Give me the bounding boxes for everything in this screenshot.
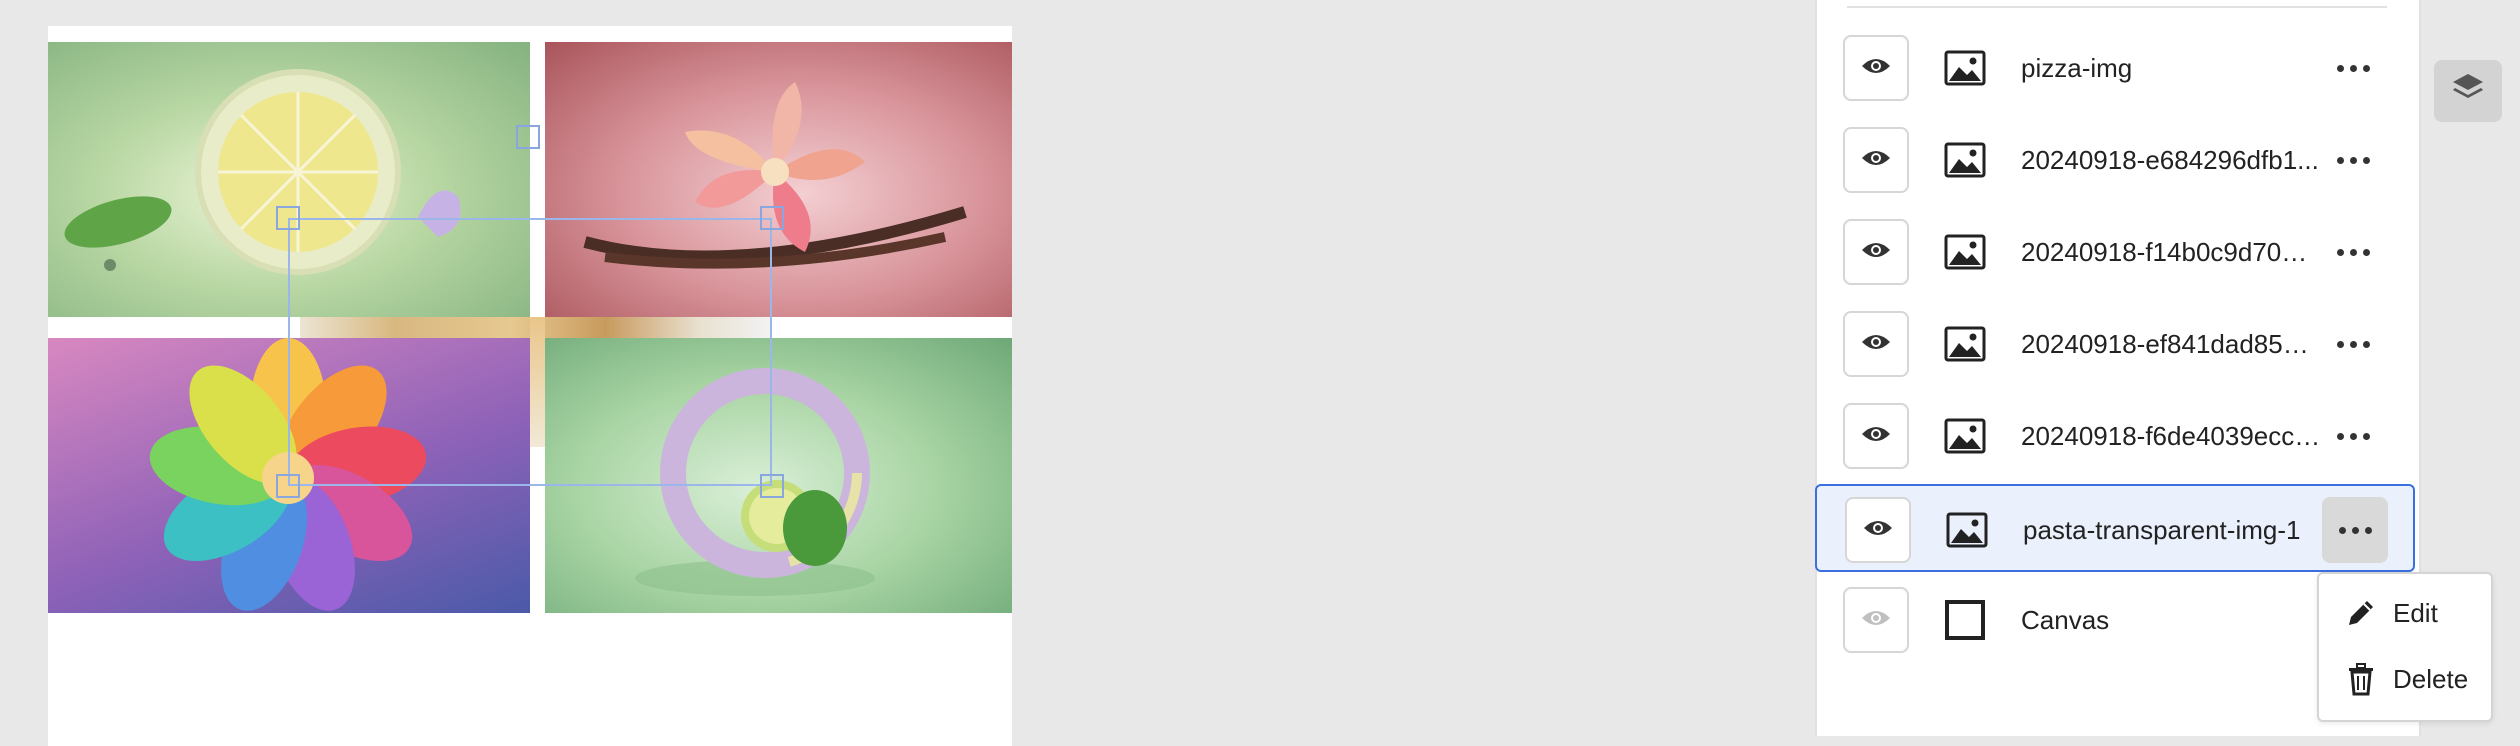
image-layer-icon (1943, 48, 1987, 88)
layer-row[interactable]: 20240918-e684296dfb1... (1815, 116, 2417, 204)
panel-divider (1847, 0, 2387, 8)
layer-more-options-button[interactable] (2320, 35, 2386, 101)
image-layer-icon (1943, 324, 1987, 364)
layer-visibility-toggle[interactable] (1843, 311, 1909, 377)
image-layer-icon (1943, 232, 1987, 272)
layer-name: pizza-img (2021, 53, 2133, 83)
layer-row[interactable]: 20240918-ef841dad850e... (1815, 300, 2417, 388)
eye-icon (1863, 518, 1893, 543)
layer-more-options-button[interactable] (2322, 497, 2388, 563)
layer-more-options-button[interactable] (2320, 403, 2386, 469)
context-menu-edit[interactable]: Edit (2319, 584, 2491, 642)
more-dots-icon (2336, 340, 2370, 348)
context-menu-delete[interactable]: Delete (2319, 650, 2491, 708)
context-menu-edit-label: Edit (2393, 597, 2438, 628)
resize-handle-top-right[interactable] (760, 206, 784, 230)
layers-stack-icon (2450, 71, 2486, 112)
layers-panel-toggle-button[interactable] (2434, 60, 2502, 122)
rotate-handle[interactable] (516, 125, 540, 149)
resize-handle-bottom-right[interactable] (760, 474, 784, 498)
more-dots-icon (2338, 526, 2372, 534)
layer-name: 20240918-f6de4039ecc0... (2021, 421, 2321, 451)
layer-visibility-toggle[interactable] (1843, 35, 1909, 101)
selection-bounding-box[interactable] (288, 218, 772, 486)
layer-row[interactable]: pizza-img (1815, 24, 2417, 112)
layer-row[interactable]: pasta-transparent-img-1 (1815, 484, 2415, 572)
pencil-icon (2341, 597, 2381, 629)
eye-icon (1861, 608, 1891, 633)
layer-name: 20240918-ef841dad850e... (2021, 329, 2321, 359)
eye-icon (1861, 148, 1891, 173)
eye-icon (1861, 332, 1891, 357)
trash-icon (2341, 662, 2381, 696)
layer-visibility-toggle[interactable] (1843, 587, 1909, 653)
more-dots-icon (2336, 432, 2370, 440)
more-dots-icon (2336, 64, 2370, 72)
layer-visibility-toggle[interactable] (1843, 127, 1909, 193)
layer-name: Canvas (2021, 605, 2110, 635)
eye-icon (1861, 424, 1891, 449)
layer-row[interactable]: 20240918-f14b0c9d703e... (1815, 208, 2417, 296)
layer-more-options-button[interactable] (2320, 127, 2386, 193)
resize-handle-top-left[interactable] (276, 206, 300, 230)
layer-name: pasta-transparent-img-1 (2023, 515, 2301, 545)
more-dots-icon (2336, 248, 2370, 256)
image-layer-icon (1943, 416, 1987, 456)
layer-visibility-toggle[interactable] (1843, 403, 1909, 469)
eye-icon (1861, 56, 1891, 81)
layer-name: 20240918-f14b0c9d703e... (2021, 237, 2321, 267)
layer-context-menu: Edit Delete (2317, 572, 2493, 722)
image-layer-icon (1943, 140, 1987, 180)
layer-visibility-toggle[interactable] (1843, 219, 1909, 285)
layer-more-options-button[interactable] (2320, 219, 2386, 285)
layer-visibility-toggle[interactable] (1845, 497, 1911, 563)
resize-handle-bottom-left[interactable] (276, 474, 300, 498)
context-menu-delete-label: Delete (2393, 663, 2469, 694)
layer-name: 20240918-e684296dfb1... (2021, 145, 2319, 175)
more-dots-icon (2336, 156, 2370, 164)
layer-row[interactable]: 20240918-f6de4039ecc0... (1815, 392, 2417, 480)
eye-icon (1861, 240, 1891, 265)
image-layer-icon (1945, 510, 1989, 550)
canvas-layer-icon (1943, 600, 1987, 640)
layer-more-options-button[interactable] (2320, 311, 2386, 377)
